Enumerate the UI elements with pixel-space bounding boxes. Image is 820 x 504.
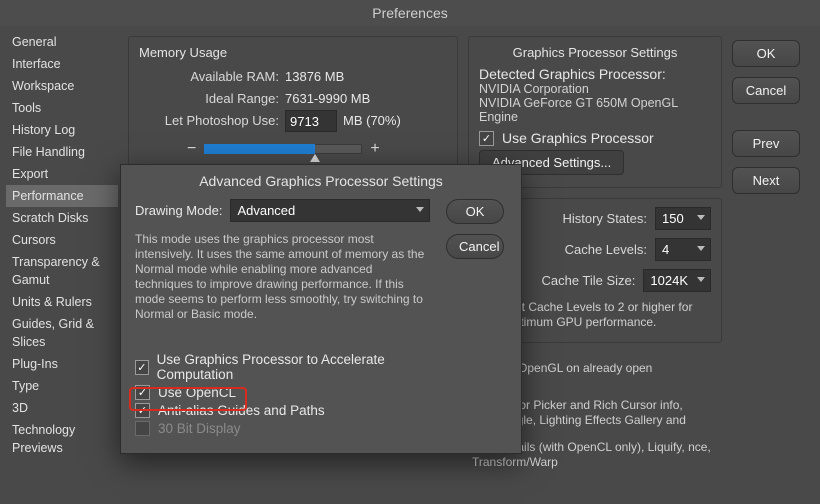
sidebar-item-plug-ins[interactable]: Plug-Ins bbox=[6, 353, 118, 375]
gpu-vendor: NVIDIA Corporation bbox=[479, 82, 711, 96]
sidebar-item-type[interactable]: Type bbox=[6, 375, 118, 397]
use-opencl-label: Use OpenCL bbox=[158, 385, 236, 400]
cache-levels-label: Cache Levels: bbox=[565, 242, 647, 257]
gpu-device: NVIDIA GeForce GT 650M OpenGL Engine bbox=[479, 96, 711, 124]
sidebar-item-units-rulers[interactable]: Units & Rulers bbox=[6, 291, 118, 313]
cancel-button[interactable]: Cancel bbox=[732, 77, 800, 104]
use-opencl-checkbox[interactable] bbox=[135, 385, 150, 400]
sidebar-item-export[interactable]: Export bbox=[6, 163, 118, 185]
prev-button[interactable]: Prev bbox=[732, 130, 800, 157]
sidebar-item-interface[interactable]: Interface bbox=[6, 53, 118, 75]
memory-minus-button[interactable]: − bbox=[187, 140, 196, 158]
sidebar-item-performance[interactable]: Performance bbox=[6, 185, 118, 207]
anti-alias-guides-label: Anti-alias Guides and Paths bbox=[158, 403, 325, 418]
available-ram-value: 13876 MB bbox=[285, 66, 344, 88]
use-graphics-processor-checkbox[interactable] bbox=[479, 131, 494, 146]
cache-levels-select[interactable]: 4 bbox=[655, 238, 711, 261]
sidebar-item-file-handling[interactable]: File Handling bbox=[6, 141, 118, 163]
graphics-processor-title: Graphics Processor Settings bbox=[479, 45, 711, 60]
sidebar-item-technology-previews[interactable]: Technology Previews bbox=[6, 419, 118, 459]
accelerate-computation-label: Use Graphics Processor to Accelerate Com… bbox=[157, 352, 433, 382]
memory-usage-panel: Memory Usage Available RAM: 13876 MB Ide… bbox=[128, 36, 458, 171]
drawing-mode-label: Drawing Mode: bbox=[135, 203, 222, 218]
cache-info-text: Set Cache Levels to 2 or higher for opti… bbox=[507, 300, 711, 330]
ideal-range-value: 7631-9990 MB bbox=[285, 88, 370, 110]
sidebar-item-general[interactable]: General bbox=[6, 31, 118, 53]
sidebar-item-workspace[interactable]: Workspace bbox=[6, 75, 118, 97]
ideal-range-label: Ideal Range: bbox=[139, 88, 279, 110]
sidebar-item-transparency-gamut[interactable]: Transparency & Gamut bbox=[6, 251, 118, 291]
ok-button[interactable]: OK bbox=[732, 40, 800, 67]
drawing-mode-select[interactable]: Advanced bbox=[230, 199, 430, 222]
sidebar-item-tools[interactable]: Tools bbox=[6, 97, 118, 119]
sidebar-item-history-log[interactable]: History Log bbox=[6, 119, 118, 141]
sidebar-item-scratch-disks[interactable]: Scratch Disks bbox=[6, 207, 118, 229]
modal-cancel-button[interactable]: Cancel bbox=[446, 234, 504, 259]
memory-slider[interactable] bbox=[204, 144, 362, 154]
detected-gpu-label: Detected Graphics Processor: bbox=[479, 66, 711, 82]
30bit-display-checkbox bbox=[135, 421, 150, 436]
photoshop-memory-suffix: MB (70%) bbox=[343, 110, 401, 132]
cache-tile-size-select[interactable]: 1024K bbox=[643, 269, 711, 292]
use-graphics-processor-label: Use Graphics Processor bbox=[502, 130, 654, 146]
30bit-display-label: 30 Bit Display bbox=[158, 421, 241, 436]
photoshop-use-label: Let Photoshop Use: bbox=[139, 110, 279, 132]
history-states-select[interactable]: 150 bbox=[655, 207, 711, 230]
window-title: Preferences bbox=[0, 0, 820, 26]
drawing-mode-description: This mode uses the graphics processor mo… bbox=[135, 232, 433, 322]
cache-tile-size-label: Cache Tile Size: bbox=[541, 273, 635, 288]
accelerate-computation-checkbox[interactable] bbox=[135, 360, 149, 375]
memory-plus-button[interactable]: + bbox=[370, 140, 379, 158]
modal-ok-button[interactable]: OK bbox=[446, 199, 504, 224]
sidebar-item-cursors[interactable]: Cursors bbox=[6, 229, 118, 251]
next-button[interactable]: Next bbox=[732, 167, 800, 194]
advanced-dialog-title: Advanced Graphics Processor Settings bbox=[121, 165, 521, 195]
sidebar-item-guides-grid-slices[interactable]: Guides, Grid & Slices bbox=[6, 313, 118, 353]
available-ram-label: Available RAM: bbox=[139, 66, 279, 88]
prefs-sidebar: GeneralInterfaceWorkspaceToolsHistory Lo… bbox=[0, 26, 120, 504]
photoshop-memory-input[interactable] bbox=[285, 110, 337, 132]
memory-usage-title: Memory Usage bbox=[139, 45, 447, 60]
advanced-gp-settings-dialog: Advanced Graphics Processor Settings Dra… bbox=[120, 164, 522, 454]
history-states-label: History States: bbox=[562, 211, 647, 226]
anti-alias-guides-checkbox[interactable] bbox=[135, 403, 150, 418]
sidebar-item-3d[interactable]: 3D bbox=[6, 397, 118, 419]
